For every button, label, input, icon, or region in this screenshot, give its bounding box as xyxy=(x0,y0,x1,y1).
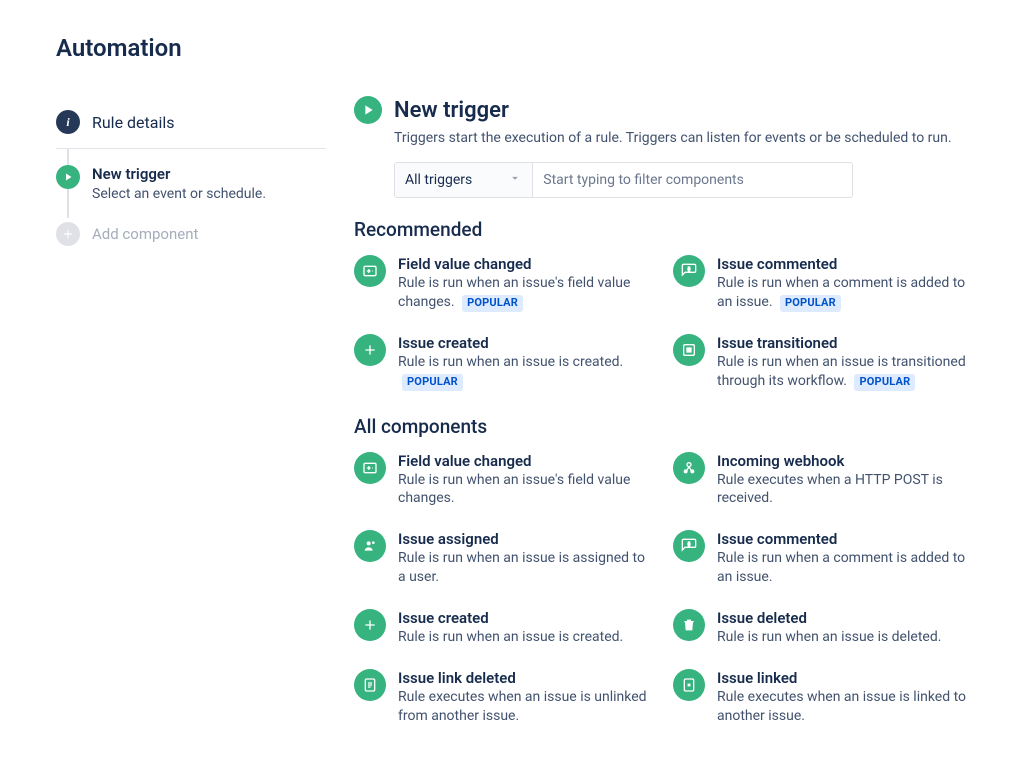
trigger-card-desc: Rule is run when a comment is added to a… xyxy=(717,549,968,587)
page-title: Automation xyxy=(56,34,968,62)
trigger-card-desc: Rule executes when an issue is unlinked … xyxy=(398,688,649,726)
trigger-filter-select[interactable]: All triggers xyxy=(394,162,533,198)
popular-badge: POPULAR xyxy=(402,374,463,391)
transition-icon xyxy=(673,334,705,366)
comment-icon xyxy=(673,530,705,562)
trigger-card[interactable]: Issue transitionedRule is run when an is… xyxy=(673,334,968,391)
main-description: Triggers start the execution of a rule. … xyxy=(394,130,968,146)
trigger-card-title: Issue linked xyxy=(717,669,968,687)
trigger-card-desc: Rule executes when an issue is linked to… xyxy=(717,688,968,726)
webhook-icon xyxy=(673,452,705,484)
trigger-card-title: Issue commented xyxy=(717,530,968,548)
popular-badge: POPULAR xyxy=(462,295,523,312)
play-icon xyxy=(56,165,80,189)
trigger-filter-label: All triggers xyxy=(405,172,472,188)
link-del-icon xyxy=(354,669,386,701)
trigger-card-title: Issue transitioned xyxy=(717,334,968,352)
trigger-card-desc: Rule is run when an issue is created. PO… xyxy=(398,353,649,391)
trigger-card-title: Issue assigned xyxy=(398,530,649,548)
comment-icon xyxy=(673,255,705,287)
all-components-grid: Field value changedRule is run when an i… xyxy=(354,452,968,726)
info-icon: i xyxy=(56,110,80,134)
trigger-card-title: Issue deleted xyxy=(717,609,941,627)
plus-icon xyxy=(354,609,386,641)
trigger-card-desc: Rule is run when an issue is deleted. xyxy=(717,628,941,647)
trigger-card-title: Issue created xyxy=(398,609,623,627)
trigger-card[interactable]: Issue link deletedRule executes when an … xyxy=(354,669,649,726)
trigger-card[interactable]: Issue createdRule is run when an issue i… xyxy=(354,334,649,391)
trigger-card-desc: Rule is run when an issue's field value … xyxy=(398,274,649,312)
main-panel: New trigger Triggers start the execution… xyxy=(346,96,968,750)
sidebar-item-add-component[interactable]: Add component xyxy=(56,218,326,260)
trigger-card[interactable]: Issue commentedRule is run when a commen… xyxy=(673,530,968,587)
trigger-card[interactable]: Issue linkedRule executes when an issue … xyxy=(673,669,968,726)
trigger-card-desc: Rule is run when an issue is created. xyxy=(398,628,623,647)
trigger-card[interactable]: Issue assignedRule is run when an issue … xyxy=(354,530,649,587)
section-all-heading: All components xyxy=(354,415,968,438)
sidebar: i Rule details New trigger Select an eve… xyxy=(56,96,326,750)
new-trigger-title: New trigger xyxy=(92,165,266,183)
trash-icon xyxy=(673,609,705,641)
trigger-card-desc: Rule is run when an issue's field value … xyxy=(398,471,649,509)
field-change-icon xyxy=(354,452,386,484)
trigger-card-title: Issue link deleted xyxy=(398,669,649,687)
plus-icon xyxy=(354,334,386,366)
trigger-card[interactable]: Issue commentedRule is run when a commen… xyxy=(673,255,968,312)
trigger-card-title: Field value changed xyxy=(398,255,649,273)
popular-badge: POPULAR xyxy=(854,374,915,391)
component-search-input[interactable] xyxy=(533,162,853,198)
trigger-card[interactable]: Issue createdRule is run when an issue i… xyxy=(354,609,649,647)
chevron-down-icon xyxy=(508,171,522,189)
section-recommended-heading: Recommended xyxy=(354,218,968,241)
recommended-grid: Field value changedRule is run when an i… xyxy=(354,255,968,391)
trigger-card[interactable]: Incoming webhookRule executes when a HTT… xyxy=(673,452,968,509)
trigger-card[interactable]: Field value changedRule is run when an i… xyxy=(354,255,649,312)
trigger-card-title: Field value changed xyxy=(398,452,649,470)
field-change-icon xyxy=(354,255,386,287)
trigger-card-title: Issue commented xyxy=(717,255,968,273)
trigger-card[interactable]: Field value changedRule is run when an i… xyxy=(354,452,649,509)
sidebar-item-rule-details[interactable]: i Rule details xyxy=(56,96,326,149)
new-trigger-subtitle: Select an event or schedule. xyxy=(92,186,266,202)
trigger-card-desc: Rule is run when an issue is assigned to… xyxy=(398,549,649,587)
link-icon xyxy=(673,669,705,701)
assigned-icon xyxy=(354,530,386,562)
plus-circle-icon xyxy=(56,222,80,246)
trigger-card-desc: Rule executes when a HTTP POST is receiv… xyxy=(717,471,968,509)
trigger-card-title: Issue created xyxy=(398,334,649,352)
sidebar-item-new-trigger[interactable]: New trigger Select an event or schedule. xyxy=(56,149,326,218)
trigger-card-title: Incoming webhook xyxy=(717,452,968,470)
sidebar-rule-details-label: Rule details xyxy=(92,113,175,132)
trigger-card-desc: Rule is run when an issue is transitione… xyxy=(717,353,968,391)
trigger-card[interactable]: Issue deletedRule is run when an issue i… xyxy=(673,609,968,647)
trigger-card-desc: Rule is run when a comment is added to a… xyxy=(717,274,968,312)
play-icon xyxy=(354,96,382,124)
popular-badge: POPULAR xyxy=(780,295,841,312)
main-heading: New trigger xyxy=(394,98,509,123)
add-component-label: Add component xyxy=(92,225,198,243)
